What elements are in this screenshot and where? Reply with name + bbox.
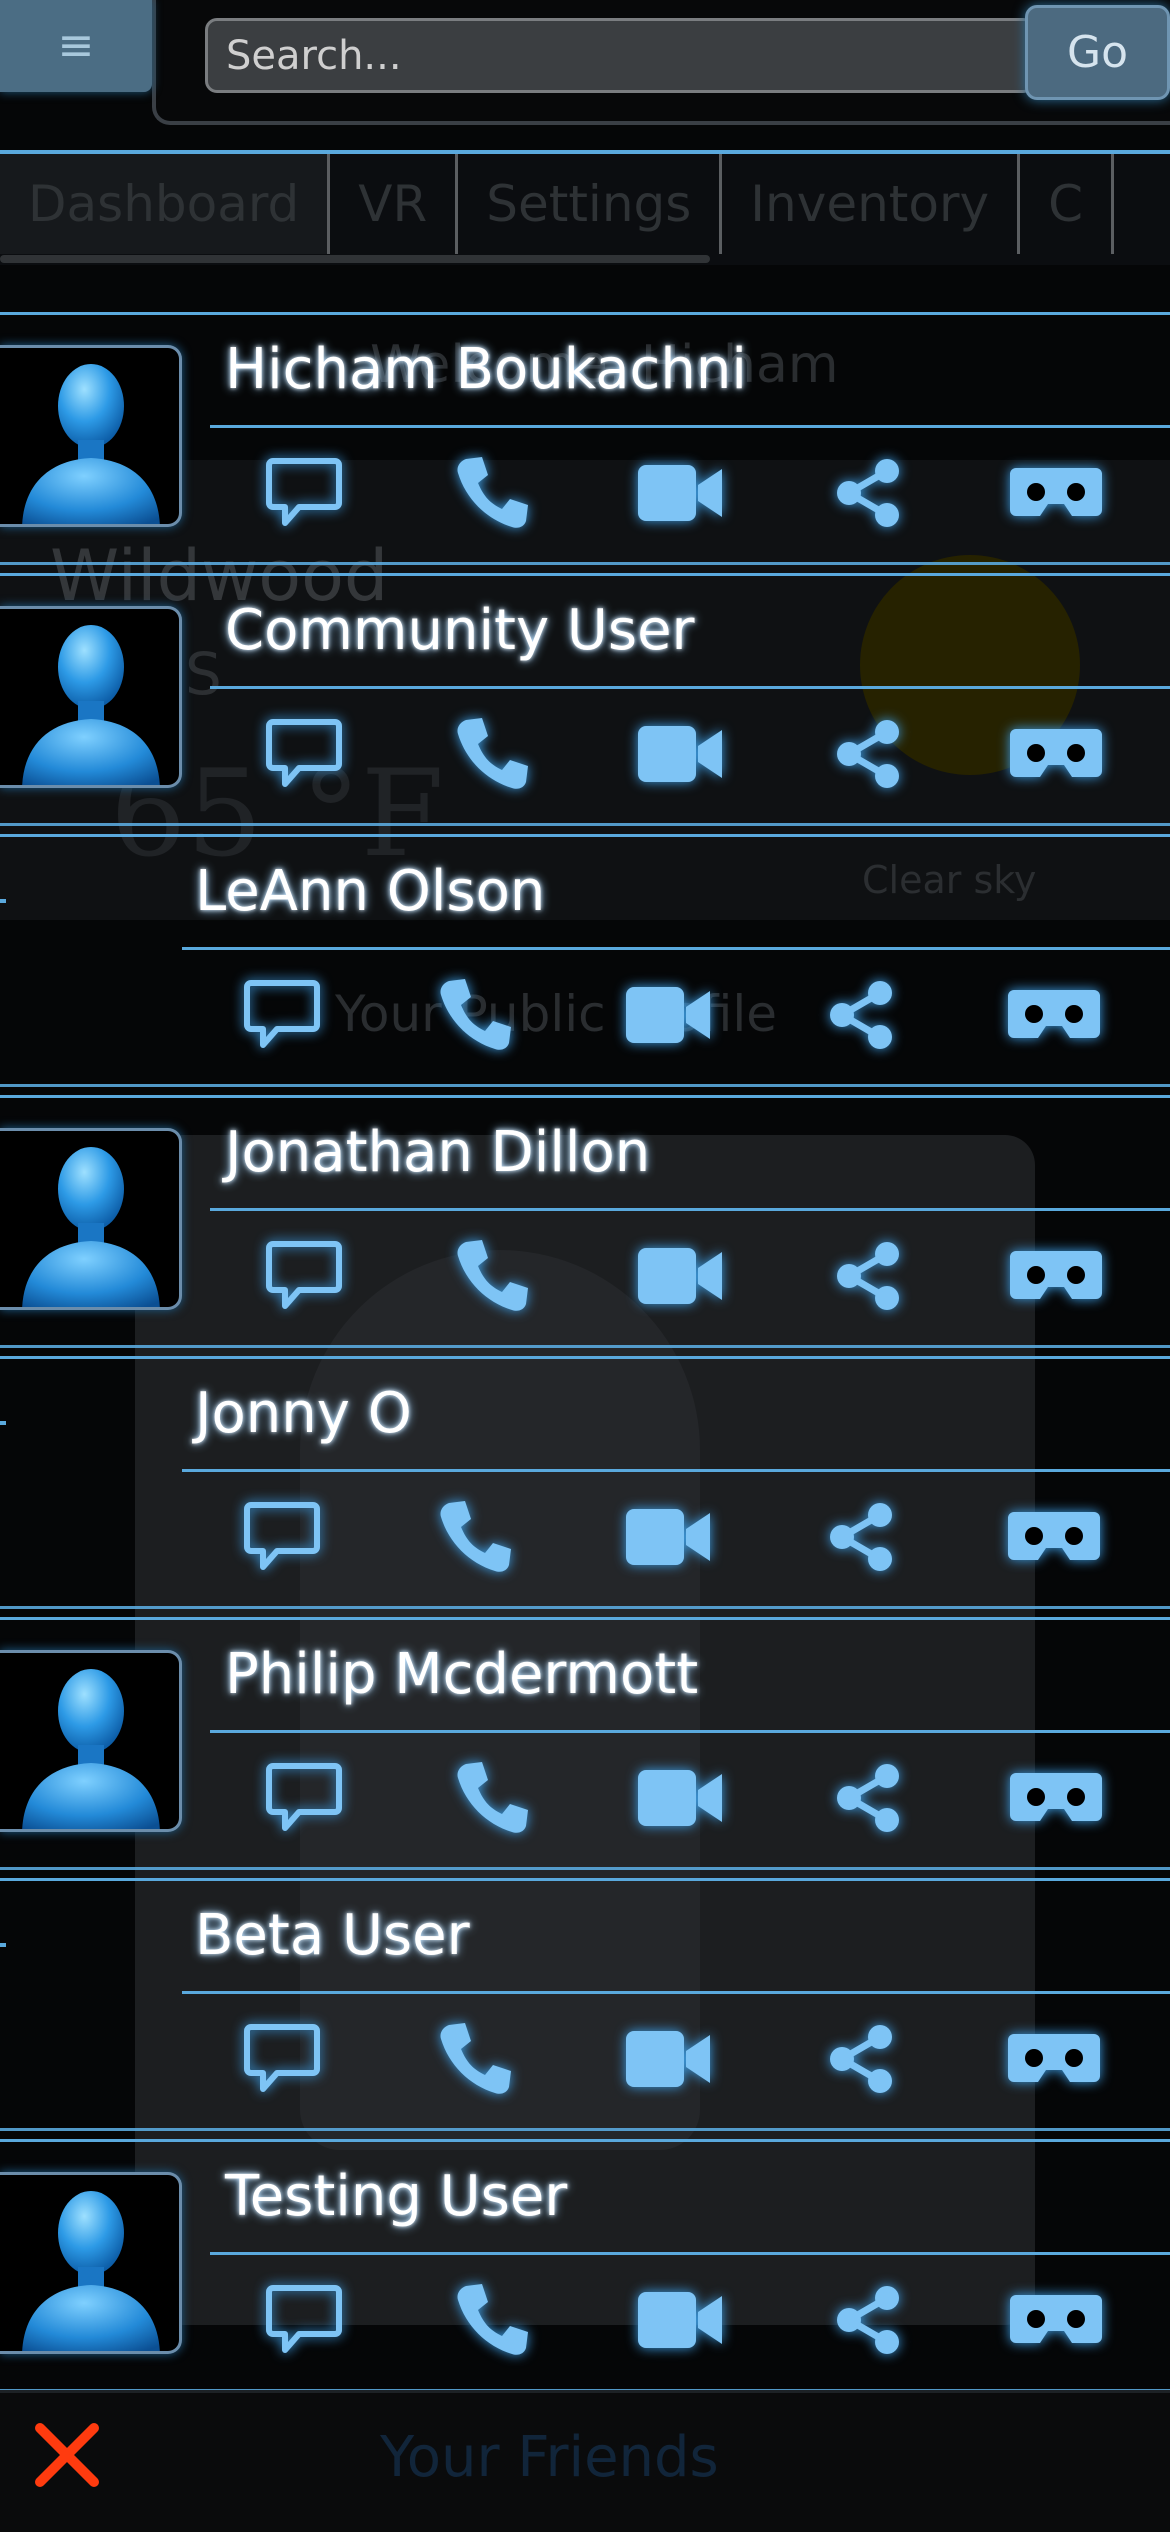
friend-name[interactable]: Beta User [195,1903,470,1968]
divider [210,425,1170,428]
video-icon[interactable] [630,448,730,538]
share-icon[interactable] [818,709,918,799]
friend-actions [185,1484,1170,1589]
tab-settings[interactable]: Settings [458,154,723,254]
tab-scrollbar[interactable] [0,255,710,263]
friend-actions [210,1745,1170,1850]
divider [210,1208,1170,1211]
avatar[interactable] [0,1650,182,1832]
vr-headset-icon[interactable] [1004,1492,1104,1582]
phone-icon[interactable] [425,970,525,1060]
friends-list: Hicham Boukachni Community User LeAnn Ols… [0,312,1170,2400]
share-icon[interactable] [818,1231,918,1321]
phone-icon[interactable] [442,709,542,799]
chat-icon[interactable] [254,448,354,538]
share-icon[interactable] [818,448,918,538]
friend-name[interactable]: Jonny O [195,1381,412,1446]
share-icon[interactable] [818,2275,918,2365]
friend-row: LeAnn Olson [0,834,1170,1095]
row-marker [0,1421,6,1425]
video-icon[interactable] [630,709,730,799]
video-icon[interactable] [630,1753,730,1843]
avatar[interactable] [0,345,182,527]
friend-name[interactable]: LeAnn Olson [195,859,545,924]
friend-row: Testing User [0,2139,1170,2400]
avatar[interactable] [0,2172,182,2354]
chat-icon[interactable] [254,1231,354,1321]
phone-icon[interactable] [442,2275,542,2365]
divider [182,1469,1170,1472]
phone-icon[interactable] [442,1231,542,1321]
friend-row: Jonny O [0,1356,1170,1617]
vr-headset-icon[interactable] [1004,970,1104,1060]
video-icon[interactable] [618,1492,718,1582]
tab-overflow[interactable]: C [1020,154,1115,254]
divider [182,1991,1170,1994]
avatar[interactable] [0,606,182,788]
chat-icon[interactable] [254,709,354,799]
friend-row: Beta User [0,1878,1170,2139]
close-x-icon[interactable] [32,2420,102,2490]
friend-row: Community User [0,573,1170,834]
friend-row: Jonathan Dillon [0,1095,1170,1356]
friend-actions [210,1223,1170,1328]
video-icon[interactable] [618,970,718,1060]
row-marker [0,899,6,903]
phone-icon[interactable] [442,448,542,538]
friend-name[interactable]: Philip Mcdermott [225,1642,698,1707]
friend-name[interactable]: Community User [225,598,695,663]
divider [210,2252,1170,2255]
tab-strip: Dashboard VR Settings Inventory C [0,150,1170,255]
vr-headset-icon[interactable] [1004,2014,1104,2104]
share-icon[interactable] [818,1753,918,1843]
share-icon[interactable] [811,1492,911,1582]
phone-icon[interactable] [442,1753,542,1843]
menu-button[interactable]: ≡ [0,0,152,92]
chat-icon[interactable] [254,1753,354,1843]
panel-title: Your Friends [380,2425,719,2490]
phone-icon[interactable] [425,2014,525,2104]
vr-headset-icon[interactable] [1006,1753,1106,1843]
phone-icon[interactable] [425,1492,525,1582]
vr-headset-icon[interactable] [1006,448,1106,538]
chat-icon[interactable] [232,970,332,1060]
video-icon[interactable] [618,2014,718,2104]
chat-icon[interactable] [232,2014,332,2104]
friend-name[interactable]: Jonathan Dillon [225,1120,650,1185]
vr-headset-icon[interactable] [1006,1231,1106,1321]
divider [182,947,1170,950]
search-input[interactable] [205,18,1035,93]
share-icon[interactable] [811,970,911,1060]
chat-icon[interactable] [232,1492,332,1582]
friend-name[interactable]: Testing User [225,2164,567,2229]
friend-actions [210,2267,1170,2372]
friend-actions [185,962,1170,1067]
video-icon[interactable] [630,2275,730,2365]
avatar[interactable] [0,1128,182,1310]
tab-vr[interactable]: VR [330,154,459,254]
tab-inventory[interactable]: Inventory [722,154,1021,254]
friend-row: Hicham Boukachni [0,312,1170,573]
video-icon[interactable] [630,1231,730,1321]
divider [210,686,1170,689]
friend-actions [185,2006,1170,2111]
vr-headset-icon[interactable] [1006,2275,1106,2365]
divider [210,1730,1170,1733]
vr-headset-icon[interactable] [1006,709,1106,799]
friend-name[interactable]: Hicham Boukachni [225,337,747,402]
friend-actions [210,440,1170,545]
row-marker [0,1943,6,1947]
chat-icon[interactable] [254,2275,354,2365]
tab-dashboard[interactable]: Dashboard [0,154,331,254]
share-icon[interactable] [811,2014,911,2104]
friend-row: Philip Mcdermott [0,1617,1170,1878]
go-button[interactable]: Go [1025,5,1170,100]
hamburger-icon: ≡ [57,20,95,71]
friend-actions [210,701,1170,806]
